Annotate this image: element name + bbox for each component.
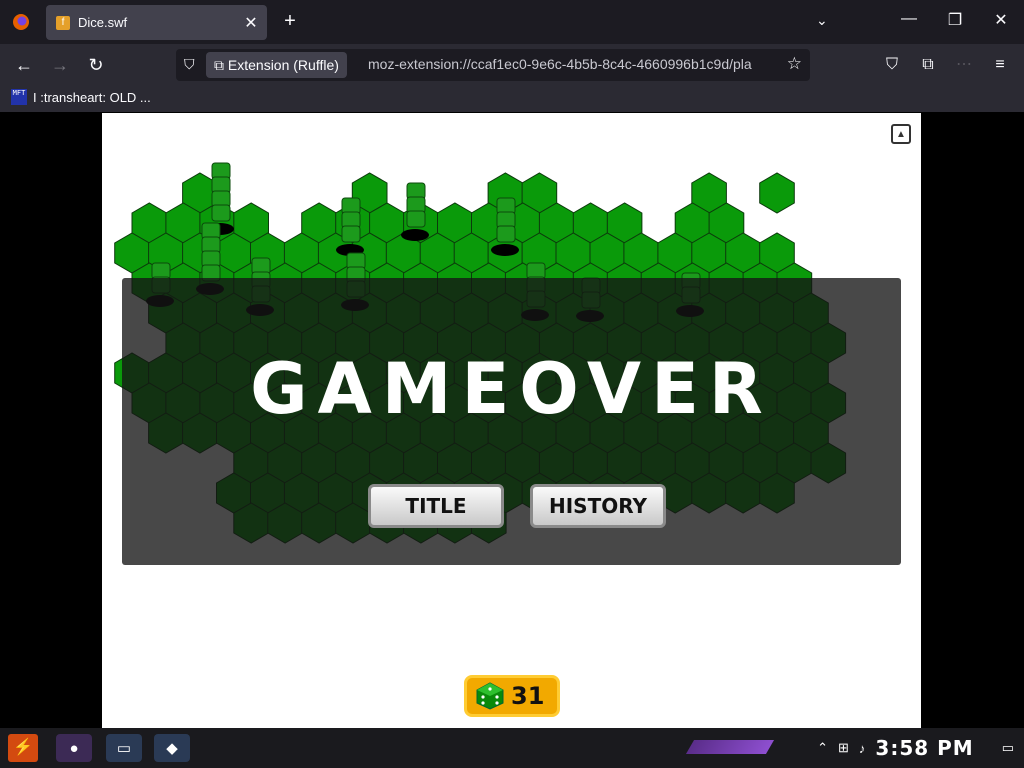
nav-bar: ← → ↻ ⛉ ⧉ Extension (Ruffle) moz-extensi… <box>0 44 1024 86</box>
taskbar-explorer-icon[interactable]: ▭ <box>106 734 142 762</box>
taskbar-app-icon[interactable]: ◆ <box>154 734 190 762</box>
bookmarks-bar: MFT I :transheart: OLD ... <box>0 86 1024 112</box>
taskbar-firefox-icon[interactable]: ● <box>56 734 92 762</box>
pocket-icon[interactable]: ⛉ <box>880 53 904 77</box>
tab-list-icon[interactable]: ⌄ <box>816 12 828 29</box>
restore-button[interactable]: ❐ <box>935 10 975 30</box>
close-tab-icon[interactable]: ✕ <box>239 13 263 33</box>
hex-cell <box>759 172 795 214</box>
reload-icon[interactable]: ↻ <box>83 53 109 77</box>
puzzle-icon: ⧉ <box>214 57 228 73</box>
start-button[interactable]: ⚡ <box>8 734 38 762</box>
clock[interactable]: 3:58 PM <box>875 736 973 760</box>
show-hidden-icon[interactable]: ⌃ <box>817 740 828 756</box>
extension-label: Extension (Ruffle) <box>227 57 339 73</box>
shield-icon[interactable]: ⛉ <box>184 56 202 74</box>
url-text[interactable]: moz-extension://ccaf1ec0-9e6c-4b5b-8c4c-… <box>368 56 780 72</box>
close-window-button[interactable]: ✕ <box>981 10 1021 30</box>
ruffle-menu-icon[interactable]: ▲ <box>891 124 911 144</box>
taskbar-decoration <box>685 740 775 754</box>
new-tab-button[interactable]: + <box>279 10 301 33</box>
ruffle-stage[interactable]: ▲ GAMEOVER TITLE HISTORY 31 <box>102 113 921 728</box>
history-button[interactable]: HISTORY <box>530 484 666 528</box>
dice-shadow <box>491 244 519 256</box>
menu-icon[interactable]: ≡ <box>988 53 1012 77</box>
gameover-panel: GAMEOVER TITLE HISTORY <box>122 278 901 565</box>
back-icon[interactable]: ← <box>11 53 37 77</box>
firefox-icon <box>13 14 29 30</box>
dice-counter: 31 <box>464 675 560 717</box>
extensions-icon[interactable]: ⧉ <box>916 53 940 77</box>
gameover-title: GAMEOVER <box>250 348 773 430</box>
url-bar[interactable]: ⛉ ⧉ Extension (Ruffle) moz-extension://c… <box>176 49 810 81</box>
die <box>406 210 426 228</box>
extension-identity-chip[interactable]: ⧉ Extension (Ruffle) <box>206 52 347 78</box>
network-icon[interactable]: ⊞ <box>838 740 849 756</box>
system-tray: ⌃ ⊞ ♪ 3:58 PM ▭ <box>817 728 1014 768</box>
bookmark-favicon-icon: MFT <box>11 89 27 105</box>
volume-icon[interactable]: ♪ <box>859 741 866 756</box>
die-icon <box>476 682 504 710</box>
notification-icon[interactable]: ▭ <box>1002 740 1014 756</box>
bookmark-label: I :transheart: OLD ... <box>33 89 151 105</box>
dice-count: 31 <box>511 682 545 710</box>
die <box>496 225 516 243</box>
page-content: ▲ GAMEOVER TITLE HISTORY 31 <box>0 112 1024 728</box>
bookmark-item[interactable]: MFT I :transheart: OLD ... <box>11 89 151 105</box>
title-button[interactable]: TITLE <box>368 484 504 528</box>
forward-icon[interactable]: → <box>47 53 73 77</box>
die <box>211 204 231 222</box>
tab-bar: f Dice.swf ✕ + ⌄ — ❐ ✕ <box>0 0 1024 44</box>
tab-dice[interactable]: f Dice.swf ✕ <box>46 5 267 40</box>
firefox-view-button[interactable] <box>6 8 36 36</box>
tab-title: Dice.swf <box>78 15 128 30</box>
dice-shadow <box>401 229 429 241</box>
taskbar: ⚡ ● ▭ ◆ ⌃ ⊞ ♪ 3:58 PM ▭ <box>0 728 1024 768</box>
die <box>341 225 361 243</box>
sidebar-icon[interactable]: ⋯ <box>952 53 976 77</box>
minimize-button[interactable]: — <box>889 10 929 28</box>
swf-icon: f <box>56 15 70 30</box>
bookmark-star-icon[interactable]: ☆ <box>787 54 802 74</box>
